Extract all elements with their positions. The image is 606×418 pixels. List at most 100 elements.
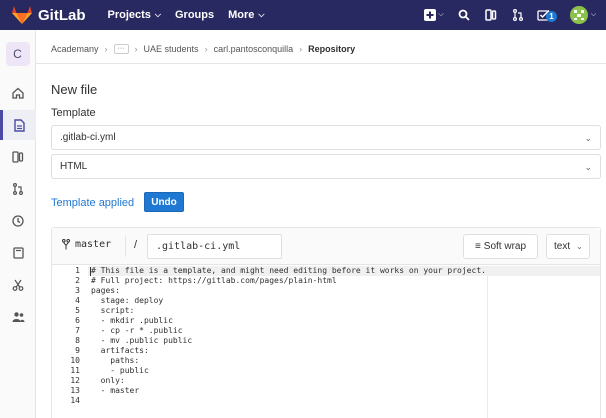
nav-projects-label: Projects [107,9,151,21]
template-file-select[interactable]: .gitlab-ci.yml ⌄ [51,125,601,150]
code-line[interactable]: 13 - master [70,386,600,396]
search-button[interactable] [452,0,476,30]
breadcrumb-item-project[interactable]: carl.pantosconquilla [214,44,294,54]
breadcrumb-separator: › [299,44,303,54]
gitlab-logo[interactable]: GitLab [12,6,86,24]
code-line[interactable]: 4 stage: deploy [75,296,600,306]
chevron-down-icon: ⌄ [584,162,592,172]
nav-more[interactable]: More ⌵ [228,9,264,21]
line-number: 8 [75,336,80,345]
branch-name: master [75,239,112,250]
todos-button[interactable]: 1 [533,0,561,30]
path-slash: / [134,239,138,251]
chevron-down-icon: ⌵ [154,10,161,19]
nav-more-label: More [228,9,255,21]
code-text: script: [91,306,135,315]
undo-button[interactable]: Undo [144,192,184,212]
sidebar-item-wiki[interactable] [0,238,36,268]
code-line[interactable]: 5 script: [75,306,600,316]
code-text: artifacts: [91,346,149,355]
book-icon [12,247,24,259]
breadcrumb-separator: › [204,44,208,54]
file-mode-select[interactable]: text ⌄ [546,234,590,259]
sidebar-item-issues[interactable] [0,142,36,172]
branch-indicator: master [62,239,111,250]
template-applied-text: Template applied [51,197,135,209]
breadcrumb-more-button[interactable]: ··· [113,44,129,54]
sidebar-item-ci-cd[interactable] [0,206,36,236]
new-item-button[interactable]: ⌵ [419,0,449,30]
code-line[interactable]: 11 - public [70,366,600,376]
code-line[interactable]: 12 only: [70,376,600,386]
line-number: 5 [75,306,80,315]
users-icon [12,312,24,322]
breadcrumb-item-repository[interactable]: Repository [308,44,355,54]
code-text: - master [91,386,140,395]
code-text: paths: [91,356,140,365]
code-line[interactable]: 2 # Full project: https://gitlab.com/page… [75,276,600,286]
code-text: - mkdir .public [91,316,173,325]
chevron-down-icon: ⌵ [590,11,597,18]
sidebar-item-project[interactable] [0,78,36,108]
breadcrumb-item-academany[interactable]: Academany [51,44,99,54]
line-number: 12 [70,376,80,385]
code-line[interactable]: 6 - mkdir .public [75,316,600,326]
header-divider [125,236,126,257]
code-lines: 1 # This file is a template, and might ne… [70,266,600,406]
code-text: - mv .public public [91,336,193,345]
soft-wrap-button[interactable]: ≡ Soft wrap [463,234,538,259]
template-label: Template [51,107,96,119]
template-type-select[interactable]: HTML ⌄ [51,154,601,179]
line-number: 9 [75,346,80,355]
breadcrumb-item-uae-students[interactable]: UAE students [144,44,199,54]
logo-text: GitLab [38,6,86,24]
project-sidebar: C [0,30,36,418]
sidebar-item-merge-requests[interactable] [0,174,36,204]
project-avatar[interactable]: C [5,42,30,66]
branch-icon [62,239,70,250]
chevron-down-icon: ⌵ [438,11,444,18]
merge-request-icon [13,183,23,195]
line-number: 3 [75,286,80,295]
page-title: New file [51,82,98,97]
code-line[interactable]: 9 artifacts: [75,346,600,356]
plus-square-icon [424,9,437,21]
breadcrumb-separator: › [104,44,108,54]
main-content: Academany › ··· › UAE students › carl.pa… [36,30,606,418]
issues-icon [485,9,497,21]
code-line[interactable]: 14 [70,396,600,406]
file-mode-value: text [554,241,571,252]
merge-requests-button[interactable] [506,0,530,30]
template-file-value: .gitlab-ci.yml [60,132,116,143]
soft-wrap-label: Soft wrap [483,241,527,252]
sidebar-item-snippets[interactable] [0,270,36,300]
template-type-value: HTML [60,161,88,172]
file-editor: master / .gitlab-ci.yml ≡ Soft wrap text… [51,227,601,418]
rocket-icon [12,215,24,227]
sidebar-item-members[interactable] [0,302,36,332]
line-number: 2 [75,276,80,285]
nav-projects[interactable]: Projects ⌵ [108,9,162,21]
line-number: 10 [70,356,80,365]
user-avatar-icon [569,6,588,24]
code-editor[interactable]: 1 # This file is a template, and might ne… [52,266,600,418]
issues-icon [12,151,24,163]
breadcrumb-divider [36,63,606,64]
code-line[interactable]: 8 - mv .public public [75,336,600,346]
chevron-down-icon: ⌵ [258,10,265,19]
file-name-input[interactable]: .gitlab-ci.yml [147,234,282,259]
code-line[interactable]: 7 - cp -r * .public [75,326,600,336]
soft-wrap-icon: ≡ [474,241,481,252]
sidebar-item-repository[interactable] [0,110,36,140]
chevron-down-icon: ⌄ [584,133,592,143]
line-number: 11 [70,366,80,375]
chevron-down-icon: ⌄ [576,242,583,251]
nav-groups[interactable]: Groups [175,9,214,21]
code-line[interactable]: 10 paths: [70,356,600,366]
nav-groups-label: Groups [175,9,215,21]
user-menu[interactable]: ⌵ [564,0,602,30]
code-line[interactable]: 1 # This file is a template, and might ne… [75,266,600,276]
issues-button[interactable] [479,0,503,30]
code-line[interactable]: 3 pages: [75,286,600,296]
navbar-actions: ⌵ 1 ⌵ [416,0,606,30]
